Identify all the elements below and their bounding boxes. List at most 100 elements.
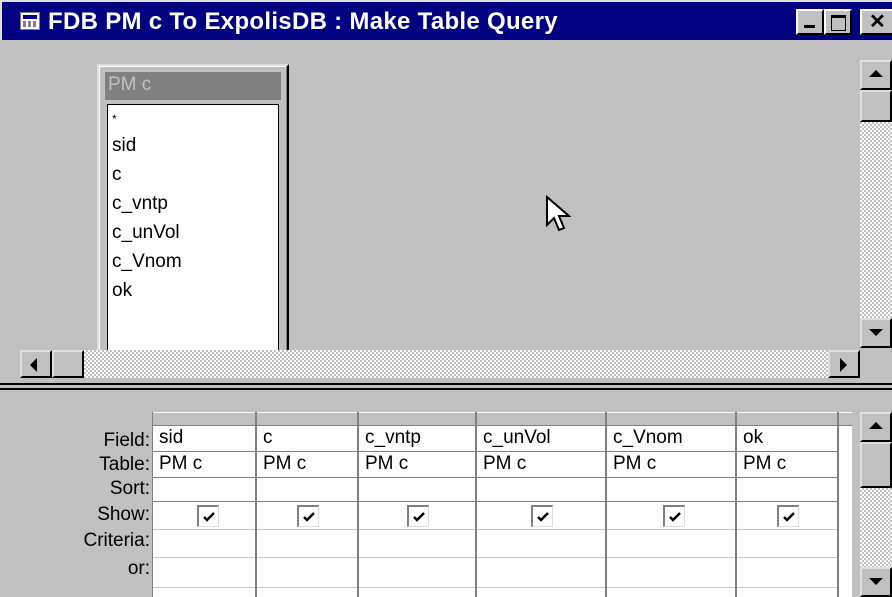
field-list-item[interactable]: ok <box>112 276 278 305</box>
grid-column-empty[interactable] <box>838 412 852 597</box>
row-label-criteria: Criteria: <box>83 530 150 551</box>
checkmark-icon <box>413 512 425 522</box>
query-icon[interactable] <box>20 12 40 30</box>
column-selector[interactable] <box>477 412 605 426</box>
field-list-window[interactable]: PM c * sid c c_vntp c_unVol c_Vnom ok <box>97 64 289 364</box>
lower-vertical-scroll-thumb[interactable] <box>860 442 892 488</box>
arrow-down-icon <box>869 578 883 585</box>
criteria-cell[interactable] <box>737 530 837 558</box>
grid-column[interactable]: c PM c <box>256 412 358 597</box>
grid-column[interactable]: c_vntp PM c <box>358 412 476 597</box>
table-cell[interactable]: PM c <box>359 452 475 478</box>
checkmark-icon <box>203 512 215 522</box>
checkmark-icon <box>669 512 681 522</box>
sort-cell[interactable] <box>607 478 735 502</box>
close-button[interactable]: ✕ <box>860 9 892 35</box>
grid-scroll-up-button[interactable] <box>860 412 892 442</box>
sort-cell[interactable] <box>153 478 255 502</box>
field-cell[interactable]: sid <box>153 426 255 452</box>
or-cell[interactable] <box>477 558 605 588</box>
grid-scroll-down-button[interactable] <box>860 567 892 597</box>
scroll-up-button[interactable] <box>860 60 892 90</box>
show-checkbox[interactable] <box>777 505 799 527</box>
mouse-pointer-icon <box>546 195 571 232</box>
column-selector[interactable] <box>607 412 735 426</box>
field-cell[interactable]: c_unVol <box>477 426 605 452</box>
criteria-cell[interactable] <box>477 530 605 558</box>
or-cell[interactable] <box>607 558 735 588</box>
checkmark-icon <box>303 512 315 522</box>
checkmark-icon <box>537 512 549 522</box>
sort-cell[interactable] <box>737 478 837 502</box>
field-list[interactable]: * sid c c_vntp c_unVol c_Vnom ok <box>107 104 279 354</box>
column-selector[interactable] <box>359 412 475 426</box>
minimize-button[interactable] <box>796 9 824 35</box>
close-icon: ✕ <box>869 11 886 33</box>
table-cell[interactable]: PM c <box>153 452 255 478</box>
pane-splitter[interactable] <box>0 380 892 394</box>
query-grid-pane[interactable]: Field: Table: Sort: Show: Criteria: or: … <box>0 394 892 597</box>
field-cell[interactable]: c_Vnom <box>607 426 735 452</box>
show-checkbox[interactable] <box>531 505 553 527</box>
show-checkbox[interactable] <box>297 505 319 527</box>
field-list-item[interactable]: sid <box>112 131 278 160</box>
field-list-item[interactable]: c_Vnom <box>112 247 278 276</box>
column-selector[interactable] <box>839 412 852 426</box>
grid-column[interactable]: sid PM c <box>152 412 256 597</box>
column-selector[interactable] <box>153 412 255 426</box>
row-label-sort: Sort: <box>109 478 150 499</box>
field-cell[interactable]: c_vntp <box>359 426 475 452</box>
table-cell[interactable]: PM c <box>737 452 837 478</box>
scroll-right-button[interactable] <box>828 350 860 378</box>
row-label-table: Table: <box>99 454 150 475</box>
criteria-cell[interactable] <box>359 530 475 558</box>
horizontal-scroll-thumb[interactable] <box>52 350 84 378</box>
row-label-show: Show: <box>97 504 150 525</box>
row-label-or: or: <box>127 558 150 579</box>
field-list-item[interactable]: c_unVol <box>112 218 278 247</box>
scroll-down-button[interactable] <box>860 318 892 348</box>
table-cell[interactable]: PM c <box>607 452 735 478</box>
scroll-left-button[interactable] <box>20 350 52 378</box>
arrow-right-icon <box>840 358 847 372</box>
field-cell[interactable]: c <box>257 426 357 452</box>
table-cell[interactable]: PM c <box>477 452 605 478</box>
arrow-down-icon <box>869 329 883 336</box>
grid-column[interactable]: c_unVol PM c <box>476 412 606 597</box>
criteria-cell[interactable] <box>257 530 357 558</box>
field-list-title[interactable]: PM c <box>105 72 281 100</box>
or-cell[interactable] <box>737 558 837 588</box>
column-selector[interactable] <box>737 412 837 426</box>
or-cell[interactable] <box>153 558 255 588</box>
arrow-up-icon <box>869 422 883 429</box>
arrow-left-icon <box>30 358 37 372</box>
sort-cell[interactable] <box>359 478 475 502</box>
sort-cell[interactable] <box>257 478 357 502</box>
field-cell[interactable]: ok <box>737 426 837 452</box>
title-bar[interactable]: FDB PM c To ExpolisDB : Make Table Query… <box>0 0 892 40</box>
row-label-field: Field: <box>103 430 150 451</box>
checkmark-icon <box>783 512 795 522</box>
table-cell[interactable]: PM c <box>257 452 357 478</box>
criteria-cell[interactable] <box>607 530 735 558</box>
show-checkbox[interactable] <box>663 505 685 527</box>
column-selector[interactable] <box>257 412 357 426</box>
grid-column[interactable]: ok PM c <box>736 412 838 597</box>
or-cell[interactable] <box>257 558 357 588</box>
show-checkbox[interactable] <box>407 505 429 527</box>
show-checkbox[interactable] <box>197 505 219 527</box>
query-design-pane[interactable]: PM c * sid c c_vntp c_unVol c_Vnom ok <box>0 40 892 380</box>
sort-cell[interactable] <box>477 478 605 502</box>
field-list-item[interactable]: c_vntp <box>112 189 278 218</box>
query-design-grid[interactable]: sid PM c c PM c c_vntp PM c c_unVol PM c… <box>152 412 852 597</box>
upper-vertical-scroll-thumb[interactable] <box>860 90 892 122</box>
horizontal-scroll-track[interactable] <box>20 350 860 378</box>
field-list-item-all[interactable]: * <box>112 107 278 131</box>
or-cell[interactable] <box>359 558 475 588</box>
field-list-item[interactable]: c <box>112 160 278 189</box>
arrow-up-icon <box>869 70 883 77</box>
maximize-button[interactable] <box>824 9 852 35</box>
window-title: FDB PM c To ExpolisDB : Make Table Query <box>48 8 558 35</box>
criteria-cell[interactable] <box>153 530 255 558</box>
grid-column[interactable]: c_Vnom PM c <box>606 412 736 597</box>
